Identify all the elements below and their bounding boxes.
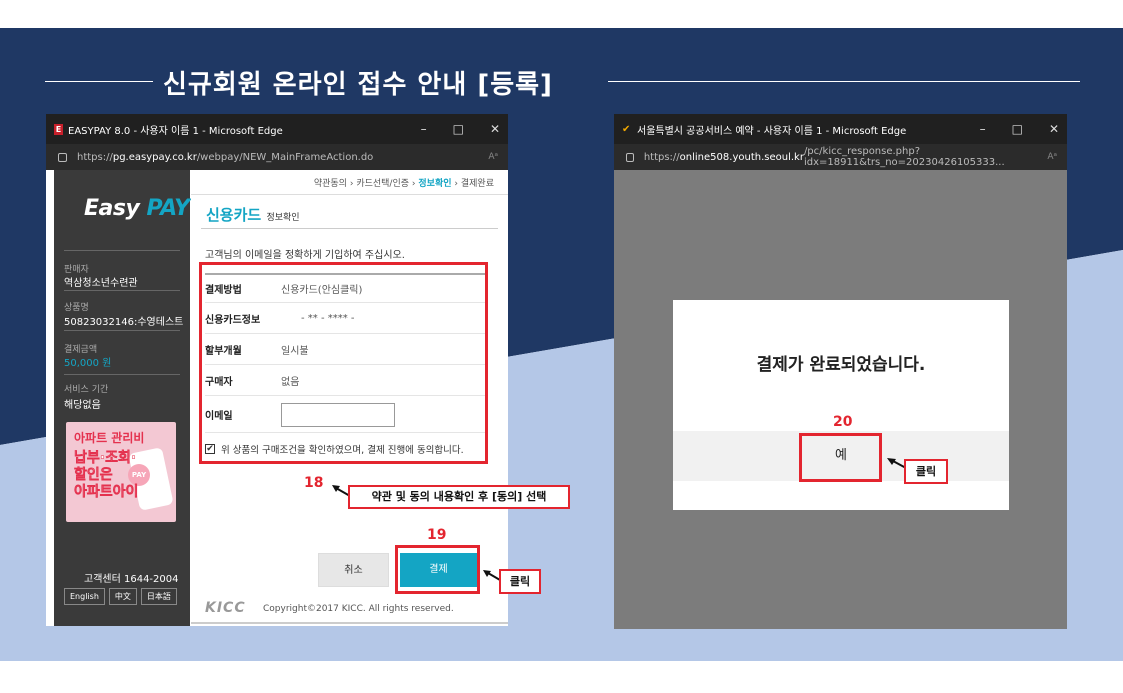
- title-bar: 신규회원 온라인 접수 안내 [등록]: [45, 62, 1080, 102]
- section-title-sub: 정보확인: [266, 213, 300, 223]
- window-titlebar: ✔ 서울특별시 공공서비스 예약 - 사용자 이름 1 - Microsoft …: [614, 114, 1067, 144]
- breadcrumb-step2: 카드선택/인증: [356, 179, 410, 189]
- lang-chinese-button[interactable]: 中文: [108, 588, 137, 605]
- divider: [64, 290, 180, 291]
- highlight-box-20: [799, 433, 882, 482]
- maximize-icon[interactable]: □: [1012, 122, 1023, 136]
- breadcrumb-step4: 결제완료: [460, 179, 494, 189]
- read-aloud-icon[interactable]: Aᵃ: [1047, 152, 1057, 162]
- slide: 신규회원 온라인 접수 안내 [등록] E EASYPAY 8.0 - 사용자 …: [0, 0, 1123, 693]
- easypay-sidebar: Easy PAY 판매자 역삼청소년수련관 상품명 50823032146:수영…: [54, 170, 190, 626]
- step-number-19: 19: [427, 527, 447, 543]
- easypay-app-icon: E: [54, 123, 63, 135]
- read-aloud-icon[interactable]: Aᵃ: [488, 152, 498, 162]
- divider: [191, 622, 508, 624]
- cancel-button[interactable]: 취소: [318, 553, 389, 587]
- section-title-main: 신용카드: [206, 206, 262, 224]
- divider: [201, 228, 498, 229]
- logo-pay: PAY: [146, 196, 190, 221]
- lang-english-button[interactable]: English: [64, 588, 105, 605]
- seoul-booking-window: ✔ 서울특별시 공공서비스 예약 - 사용자 이름 1 - Microsoft …: [614, 114, 1067, 629]
- address-bar[interactable]: https://online508.youth.seoul.kr/pc/kicc…: [614, 144, 1067, 170]
- callout-19: 클릭: [499, 569, 541, 594]
- url-prefix: https://: [643, 151, 680, 163]
- title-rule-left: [45, 81, 153, 82]
- callout-20: 클릭: [904, 459, 948, 484]
- ad-line2: 납부·조회·: [74, 450, 137, 467]
- customer-center: 고객센터 1644-2004: [84, 574, 179, 585]
- seller-value: 역삼청소년수련관: [64, 278, 138, 289]
- breadcrumb-step1: 약관동의: [313, 179, 347, 189]
- title-rule-right: [608, 81, 1080, 82]
- guide-text: 고객님의 이메일을 정확하게 기입하여 주십시오.: [205, 250, 405, 261]
- breadcrumb-step3: 정보확인: [418, 179, 452, 189]
- window-title: 서울특별시 공공서비스 예약 - 사용자 이름 1 - Microsoft Ed…: [637, 125, 907, 137]
- product-label: 상품명: [64, 303, 89, 313]
- ad-line4: 아파트아이: [74, 484, 139, 501]
- ad-line3: 할인은: [74, 467, 113, 484]
- breadcrumb-sep: ›: [454, 179, 458, 189]
- kicc-logo: KICC: [205, 600, 246, 616]
- period-value: 해당없음: [64, 400, 101, 411]
- section-title: 신용카드 정보확인: [206, 204, 300, 225]
- language-switcher: English 中文 日本語: [64, 588, 177, 605]
- page-title: 신규회원 온라인 접수 안내 [등록]: [163, 70, 553, 100]
- breadcrumb-sep: ›: [411, 179, 416, 189]
- step-number-20: 20: [833, 414, 853, 430]
- copyright: Copyright©2017 KICC. All rights reserved…: [263, 604, 454, 614]
- divider: [64, 374, 180, 375]
- lock-icon: [626, 152, 634, 162]
- amount-value: 50,000 원: [64, 358, 112, 369]
- step-number-18: 18: [304, 475, 324, 491]
- period-label: 서비스 기간: [64, 385, 109, 395]
- product-value: 50823032146:수영테스트: [64, 317, 184, 328]
- dialog-message: 결제가 완료되었습니다.: [756, 355, 926, 375]
- edge-app-icon: ✔: [622, 123, 631, 135]
- minimize-icon[interactable]: –: [980, 122, 986, 136]
- url-prefix: https://: [77, 151, 113, 163]
- address-bar[interactable]: https://pg.easypay.co.kr/webpay/NEW_Main…: [46, 144, 508, 170]
- lang-japanese-button[interactable]: 日本語: [140, 588, 177, 605]
- minimize-icon[interactable]: –: [421, 122, 427, 136]
- breadcrumb-sep: ›: [349, 179, 354, 189]
- highlight-box-19: [395, 545, 480, 594]
- logo-easy: Easy: [84, 196, 147, 221]
- footer-band: [0, 633, 1123, 661]
- ad-line1: 아파트 관리비: [74, 431, 145, 445]
- window-titlebar: E EASYPAY 8.0 - 사용자 이름 1 - Microsoft Edg…: [46, 114, 508, 144]
- window-title: EASYPAY 8.0 - 사용자 이름 1 - Microsoft Edge: [68, 125, 283, 137]
- breadcrumb: 약관동의 › 카드선택/인증 › 정보확인 › 결제완료: [314, 176, 494, 189]
- close-icon[interactable]: ✕: [1049, 122, 1059, 136]
- maximize-icon[interactable]: □: [453, 122, 464, 136]
- url-host: pg.easypay.co.kr: [112, 151, 197, 163]
- close-icon[interactable]: ✕: [490, 122, 500, 136]
- url-path: /webpay/NEW_MainFrameAction.do: [196, 151, 374, 163]
- divider: [64, 330, 180, 331]
- ad-banner[interactable]: PAY 아파트 관리비 납부·조회· 할인은 아파트아이: [66, 422, 176, 522]
- divider: [64, 250, 180, 251]
- easypay-logo: Easy PAY: [84, 196, 190, 221]
- url-path: /pc/kicc_response.php?idx=18911&trs_no=2…: [803, 146, 1005, 168]
- pay-badge-icon: PAY: [128, 464, 150, 486]
- callout-18: 약관 및 동의 내용확인 후 [동의] 선택: [348, 485, 570, 509]
- url-host: online508.youth.seoul.kr: [679, 151, 804, 163]
- highlight-box-18: [199, 262, 488, 464]
- lock-icon: [58, 152, 67, 162]
- divider: [191, 194, 508, 195]
